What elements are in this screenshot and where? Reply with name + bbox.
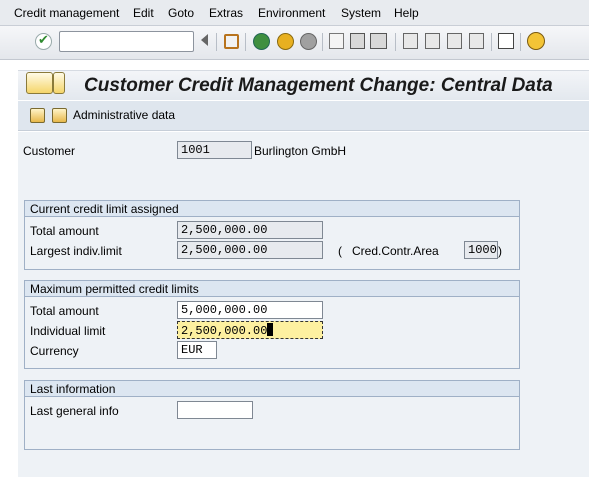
menu-credit-management[interactable]: Credit management [14, 6, 119, 20]
exit-icon[interactable] [277, 33, 294, 50]
save-icon[interactable] [224, 34, 239, 49]
menu-help[interactable]: Help [394, 6, 419, 20]
toolbar-separator [491, 33, 492, 51]
page-title: Customer Credit Management Change: Centr… [84, 75, 553, 96]
display-change-icon[interactable] [26, 72, 53, 94]
menu-extras[interactable]: Extras [209, 6, 243, 20]
last-general-info-label: Last general info [30, 404, 119, 418]
command-field[interactable] [59, 31, 194, 52]
customer-name: Burlington GmbH [254, 144, 347, 158]
administrative-data-button[interactable]: Administrative data [73, 108, 175, 122]
currency-input[interactable]: EUR [177, 341, 217, 359]
credit-control-area-label: Cred.Contr.Area [352, 244, 439, 258]
toolbar-separator [216, 33, 217, 51]
group-heading: Maximum permitted credit limits [25, 281, 519, 297]
menu-bar: Credit management Edit Goto Extras Envir… [0, 0, 589, 26]
currency-label: Currency [30, 344, 79, 358]
customer-number-field: 1001 [177, 141, 252, 159]
menu-goto[interactable]: Goto [168, 6, 194, 20]
text-cursor [267, 323, 274, 336]
paren-open: ( [338, 244, 342, 258]
max-total-amount-input[interactable]: 5,000,000.00 [177, 301, 323, 319]
customer-label: Customer [23, 144, 76, 158]
enter-icon[interactable] [35, 33, 52, 50]
menu-edit[interactable]: Edit [133, 6, 154, 20]
last-page-icon[interactable] [469, 33, 484, 49]
dropdown-arrow-icon[interactable] [53, 72, 65, 94]
cancel-icon[interactable] [300, 33, 317, 50]
find-next-icon[interactable] [370, 33, 387, 49]
prev-page-icon[interactable] [425, 33, 440, 49]
individual-limit-input[interactable]: 2,500,000.00 [177, 321, 323, 339]
total-amount-label: Total amount [30, 224, 99, 238]
current-total-amount-field: 2,500,000.00 [177, 221, 323, 239]
first-page-icon[interactable] [403, 33, 418, 49]
toolbar-separator [322, 33, 323, 51]
individual-limit-label: Individual limit [30, 324, 106, 338]
total-amount-label: Total amount [30, 304, 99, 318]
paren-close: ) [498, 244, 502, 258]
largest-limit-field: 2,500,000.00 [177, 241, 323, 259]
back-icon[interactable] [253, 33, 270, 50]
help-icon[interactable] [527, 32, 545, 50]
next-screen-icon[interactable] [52, 108, 67, 123]
layout-icon[interactable] [498, 33, 514, 49]
find-icon[interactable] [350, 33, 365, 49]
toolbar-separator [395, 33, 396, 51]
menu-environment[interactable]: Environment [258, 6, 325, 20]
group-heading: Current credit limit assigned [25, 201, 519, 217]
next-page-icon[interactable] [447, 33, 462, 49]
back-nav-icon[interactable] [201, 34, 208, 46]
menu-system[interactable]: System [341, 6, 381, 20]
print-icon[interactable] [329, 33, 344, 49]
largest-limit-label: Largest indiv.limit [30, 244, 122, 258]
group-heading: Last information [25, 381, 519, 397]
previous-screen-icon[interactable] [30, 108, 45, 123]
last-general-info-input[interactable] [177, 401, 253, 419]
individual-limit-value: 2,500,000.00 [181, 324, 268, 338]
credit-control-area-field: 1000 [464, 241, 498, 259]
toolbar-separator [245, 33, 246, 51]
toolbar-separator [520, 33, 521, 51]
